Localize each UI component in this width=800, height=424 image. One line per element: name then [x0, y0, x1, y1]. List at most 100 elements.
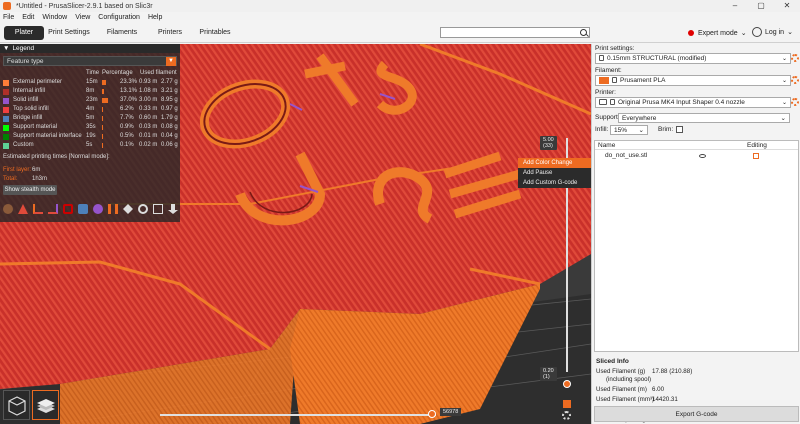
tab-filaments[interactable]: Filaments	[100, 26, 144, 40]
legend-grams: 1.79 g	[161, 115, 178, 121]
show-stealth-mode-button[interactable]: Show stealth mode	[3, 185, 57, 195]
right-sidebar: Print settings: 0.15mm STRUCTURAL (modif…	[591, 44, 800, 424]
seams-icon[interactable]	[63, 204, 73, 214]
layer-slider-top-label: 5.00 (33)	[540, 136, 557, 150]
object-row[interactable]: do_not_use.stl	[595, 150, 798, 160]
menu-file[interactable]: File	[3, 14, 14, 21]
export-gcode-button[interactable]: Export G-code	[594, 406, 799, 422]
maximize-button[interactable]: ▢	[748, 0, 774, 12]
total-value: 1h3m	[32, 176, 48, 182]
legend-grams: 0.08 g	[161, 124, 178, 130]
infill-value: 15%	[614, 127, 628, 134]
legend-row[interactable]: Top solid infill 4m 6.2% 0.33 m 0.97 g	[3, 105, 179, 114]
legend-meters: 1.08 m	[139, 88, 158, 94]
legend-row[interactable]: Custom 5s 0.1% 0.02 m 0.06 g	[3, 141, 179, 150]
menu-window[interactable]: Window	[42, 14, 67, 21]
legend-grams: 0.97 g	[161, 106, 178, 112]
custom-gcode-icon[interactable]	[123, 204, 133, 214]
brim-checkbox[interactable]	[676, 126, 683, 133]
minimize-button[interactable]: –	[722, 0, 748, 12]
tab-plater[interactable]: Plater	[4, 26, 44, 40]
legend-table: Time Percentage Used filament External p…	[3, 69, 179, 150]
legend-columns: Time Percentage Used filament	[3, 69, 179, 78]
legend-options-toolbar	[3, 204, 183, 214]
menu-configuration[interactable]: Configuration	[98, 14, 140, 21]
color-change-marker-icon[interactable]	[563, 400, 571, 408]
legend-row[interactable]: Support material interface 19s 0.5% 0.01 m0…	[3, 132, 179, 141]
deretractions-icon[interactable]	[48, 204, 58, 214]
lock-icon	[610, 99, 615, 106]
col-percentage: Percentage	[102, 70, 133, 76]
tool-changes-icon[interactable]	[78, 204, 88, 214]
menu-add-color-change[interactable]: Add Color Change	[518, 158, 591, 168]
center-of-gravity-icon[interactable]	[138, 204, 148, 214]
tab-print-settings[interactable]: Print Settings	[46, 26, 92, 40]
filament-color-swatch[interactable]	[599, 76, 609, 84]
tab-printers[interactable]: Printers	[150, 26, 190, 40]
legend-feature-name: Solid infill	[13, 97, 39, 103]
travel-icon[interactable]	[3, 204, 13, 214]
shells-icon[interactable]	[153, 204, 163, 214]
wipe-icon[interactable]	[18, 204, 28, 214]
sliced-info-label: Used Filament (g)	[596, 368, 646, 375]
menu-help[interactable]: Help	[148, 14, 162, 21]
color-changes-icon[interactable]	[93, 204, 103, 214]
sliced-info-label: Used Filament (m)	[596, 386, 647, 393]
legend-percentage-bar	[102, 134, 103, 139]
layer-slider-bottom-thumb[interactable]	[563, 380, 571, 388]
layer-context-menu: Add Color Change Add Pause Add Custom G-…	[518, 158, 591, 188]
sliced-info-label: Used Filament (mm³)	[596, 396, 655, 403]
edit-icon[interactable]	[753, 153, 759, 159]
sliced-info-value: 17.88 (210.88)	[652, 368, 693, 375]
print-settings-gear-icon[interactable]	[791, 54, 799, 62]
legend-time: 19s	[86, 133, 96, 139]
legend-row[interactable]: External perimeter 15m 23.3% 0.93 m 2.77 g	[3, 78, 179, 87]
eye-icon[interactable]	[699, 154, 706, 158]
name-column-header: Name	[598, 142, 616, 149]
menu-add-pause[interactable]: Add Pause	[518, 168, 591, 178]
legend-meters: 0.93 m	[139, 79, 158, 85]
move-slider-track[interactable]	[160, 414, 436, 416]
window-title: *Untitled - PrusaSlicer-2.9.1 based on S…	[16, 2, 153, 10]
editing-column-header: Editing	[747, 142, 767, 149]
login-button[interactable]: Log in ⌄	[752, 27, 793, 37]
legend-row[interactable]: Bridge infill 5m 7.7% 0.60 m 1.79 g	[3, 114, 179, 123]
printer-combo[interactable]: Original Prusa MK4 Input Shaper 0.4 nozz…	[595, 97, 791, 108]
tool-marker-icon[interactable]	[168, 204, 178, 214]
printer-gear-icon[interactable]	[791, 98, 799, 106]
legend-grams: 3.21 g	[161, 88, 178, 94]
slider-settings-gear-icon[interactable]	[562, 411, 571, 420]
infill-combo[interactable]: 15% ⌄	[610, 125, 648, 135]
chevron-down-icon: ⌄	[638, 127, 644, 134]
pause-icon[interactable]	[108, 204, 118, 214]
print-settings-combo[interactable]: 0.15mm STRUCTURAL (modified) ⌄	[595, 53, 791, 64]
sliced-info-title: Sliced Info	[596, 358, 629, 365]
menu-add-custom-gcode[interactable]: Add Custom G-code	[518, 178, 591, 188]
legend-row[interactable]: Support material 35s 0.9% 0.03 m 0.08 g	[3, 123, 179, 132]
retractions-icon[interactable]	[33, 204, 43, 214]
layers-icon	[37, 399, 55, 413]
object-name: do_not_use.stl	[605, 152, 648, 159]
view-3d-button[interactable]	[3, 390, 30, 420]
legend-row[interactable]: Internal infill 8m 13.1% 1.08 m 3.21 g	[3, 87, 179, 96]
legend-percentage: 0.1%	[120, 142, 134, 148]
legend-feature-name: External perimeter	[13, 79, 63, 85]
menu-view[interactable]: View	[75, 14, 90, 21]
close-button[interactable]: ✕	[774, 0, 800, 12]
tab-bar: Plater Print Settings Filaments Printers…	[0, 23, 800, 43]
filament-combo[interactable]: Prusament PLA ⌄	[595, 75, 791, 86]
legend-time: 15m	[86, 79, 98, 85]
legend-header[interactable]: ▼ Legend	[0, 44, 180, 53]
legend-percentage-bar	[102, 107, 103, 112]
supports-combo[interactable]: Everywhere ⌄	[618, 113, 790, 123]
tab-printables[interactable]: Printables	[195, 26, 235, 40]
move-slider-thumb[interactable]	[428, 410, 436, 418]
search-icon[interactable]	[580, 29, 587, 36]
menu-edit[interactable]: Edit	[22, 14, 34, 21]
view-preview-button[interactable]	[32, 390, 59, 420]
view-type-dropdown[interactable]: Feature type ▼	[3, 56, 177, 66]
filament-gear-icon[interactable]	[791, 76, 799, 84]
search-input[interactable]	[440, 27, 590, 38]
mode-selector[interactable]: Expert mode ⌄	[688, 29, 747, 37]
legend-row[interactable]: Solid infill 23m 37.0% 3.00 m 8.95 g	[3, 96, 179, 105]
